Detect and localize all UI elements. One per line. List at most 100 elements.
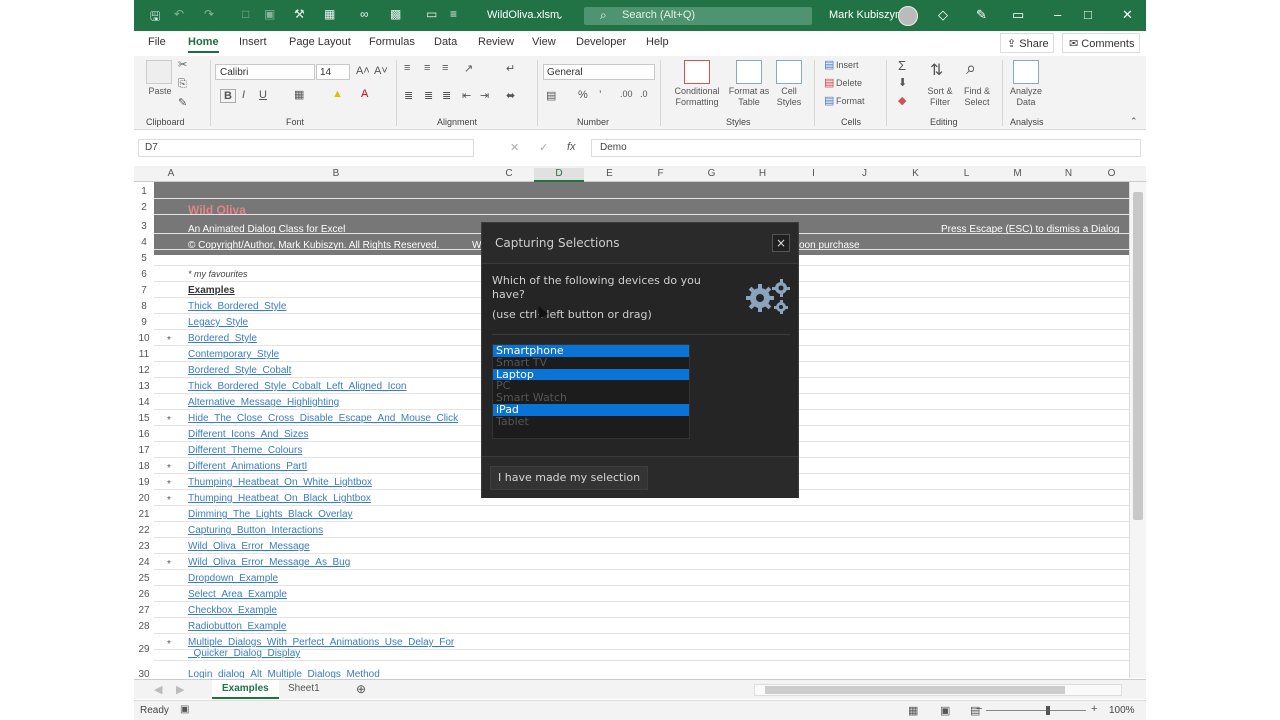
horizontal-scrollbar[interactable] [754, 684, 1122, 696]
comma-icon[interactable]: ’ [599, 89, 601, 101]
column-header[interactable]: M [992, 168, 1043, 179]
pen-icon[interactable]: ✎ [976, 7, 987, 23]
row-header[interactable]: 15 [134, 413, 154, 424]
row-header[interactable]: 19 [134, 477, 154, 488]
column-header[interactable]: I [788, 168, 839, 179]
row-header[interactable]: 16 [134, 429, 154, 440]
example-link[interactable]: Wild_Oliva_Error_Message_As_Bug [188, 557, 350, 568]
zoom-level[interactable]: 100% [1109, 705, 1135, 716]
listbox-item[interactable]: Smart Watch [493, 392, 689, 404]
row-header[interactable]: 1 [134, 186, 154, 197]
cut-icon[interactable]: ✂ [178, 58, 187, 71]
row-header[interactable]: 23 [134, 541, 154, 552]
example-link[interactable]: Bordered_Style_Cobalt [188, 365, 291, 376]
italic-icon[interactable]: I [242, 89, 245, 101]
tab-help[interactable]: Help [646, 36, 669, 48]
user-name[interactable]: Mark Kubiszyn [829, 9, 901, 21]
example-link[interactable]: Hide_The_Close_Cross_Disable_Escape_And_… [188, 413, 458, 424]
insert-function-icon[interactable]: fx [567, 141, 576, 153]
insert-cells-button[interactable]: Insert [836, 60, 859, 71]
font-color-icon[interactable]: A [361, 88, 368, 100]
row-header[interactable]: 27 [134, 605, 154, 616]
row-header[interactable]: 24 [134, 557, 154, 568]
column-header[interactable]: N [1043, 168, 1094, 179]
clear-icon[interactable]: ◆ [898, 94, 906, 107]
row-header[interactable]: 21 [134, 509, 154, 520]
example-link[interactable]: Different_Theme_Colours [188, 445, 302, 456]
align-middle-icon[interactable]: ≡ [424, 62, 430, 74]
example-link[interactable]: Different_Animations_PartI [188, 461, 307, 472]
cancel-icon[interactable]: ✕ [510, 141, 519, 154]
diamond-icon[interactable]: ◇ [938, 7, 948, 23]
scroll-thumb[interactable] [765, 686, 1065, 694]
row-header[interactable]: 29 [134, 644, 154, 655]
row-header[interactable]: 22 [134, 525, 154, 536]
row-header[interactable]: 12 [134, 365, 154, 376]
next-sheet-icon[interactable]: ▶ [176, 683, 184, 696]
image-icon[interactable]: ▩ [390, 7, 401, 21]
align-top-icon[interactable]: ≡ [404, 62, 410, 74]
add-sheet-icon[interactable]: ⊕ [356, 682, 366, 696]
example-link[interactable]: Radiobutton_Example [188, 621, 286, 632]
tab-insert[interactable]: Insert [239, 36, 267, 48]
format-as-table-button[interactable]: Format as Table [726, 86, 772, 108]
borders-icon[interactable]: ▦ [294, 88, 304, 101]
column-header[interactable]: E [584, 168, 635, 179]
font-name-select[interactable]: Calibri [215, 64, 315, 80]
share-button[interactable]: ⇪ Share [1000, 33, 1054, 53]
copy-icon[interactable]: ⎘ [178, 78, 187, 91]
row-header[interactable]: 3 [134, 221, 154, 232]
accounting-icon[interactable]: ▤ [546, 89, 556, 102]
prev-sheet-icon[interactable]: ◀ [154, 683, 162, 696]
example-link[interactable]: Capturing_Button_Interactions [188, 525, 323, 536]
sheet-tab-sheet1[interactable]: Sheet1 [278, 680, 330, 699]
align-right-icon[interactable]: ≣ [442, 89, 451, 102]
row-header[interactable]: 5 [134, 253, 154, 264]
row-header[interactable]: 20 [134, 493, 154, 504]
page-layout-view-icon[interactable]: ▣ [940, 704, 950, 717]
row-header[interactable]: 25 [134, 573, 154, 584]
file-name[interactable]: WildOliva.xlsm [487, 9, 559, 21]
format-cells-button[interactable]: Format [836, 96, 865, 107]
tab-formulas[interactable]: Formulas [369, 36, 415, 48]
format-painter-icon[interactable]: ✎ [178, 96, 187, 109]
name-box[interactable]: D7 [138, 139, 474, 157]
merge-center-icon[interactable]: ⬌ [506, 89, 515, 102]
example-link[interactable]: Thick_Bordered_Style_Cobalt_Left_Aligned… [188, 381, 406, 392]
accessibility-icon[interactable]: ▣ [180, 704, 189, 715]
customize-icon[interactable]: ⚒ [294, 7, 305, 21]
fill-color-icon[interactable]: ▲ [332, 88, 343, 100]
increase-indent-icon[interactable]: ⇥ [480, 89, 489, 102]
column-header[interactable]: J [839, 168, 890, 179]
example-link[interactable]: Bordered_Style [188, 333, 257, 344]
decrease-indent-icon[interactable]: ⇤ [462, 89, 471, 102]
example-link[interactable]: Dimming_The_Lights_Black_Overlay [188, 509, 353, 520]
column-header[interactable]: H [737, 168, 788, 179]
column-header[interactable]: O [1094, 168, 1129, 179]
tab-file[interactable]: File [148, 36, 166, 48]
example-link[interactable]: Thumping_Heatbeat_On_Black_Lightbox [188, 493, 371, 504]
tab-data[interactable]: Data [434, 36, 457, 48]
align-left-icon[interactable]: ≣ [404, 89, 413, 102]
cell-styles-button[interactable]: Cell Styles [772, 86, 806, 108]
number-format-select[interactable]: General [543, 64, 655, 80]
wrap-text-icon[interactable]: ↵ [506, 62, 515, 75]
example-link[interactable]: Legacy_Style [188, 317, 248, 328]
increase-decimal-icon[interactable]: .00 [620, 89, 633, 99]
orientation-icon[interactable]: ↗ [464, 62, 473, 75]
qat-more-icon[interactable]: ≡ [450, 7, 457, 21]
fill-icon[interactable]: ⬇ [898, 76, 907, 89]
vertical-scrollbar[interactable] [1129, 182, 1146, 678]
row-header[interactable]: 2 [134, 202, 154, 213]
row-header[interactable]: 4 [134, 237, 154, 248]
column-header[interactable]: C [484, 168, 534, 179]
analyze-data-button[interactable]: Analyze Data [1008, 86, 1044, 108]
column-header[interactable]: G [686, 168, 737, 179]
dialog-close-button[interactable]: × [772, 234, 790, 252]
tab-page-layout[interactable]: Page Layout [289, 36, 351, 48]
print-icon[interactable]: ▣ [264, 7, 275, 21]
find-select-button[interactable]: Find & Select [960, 86, 994, 108]
scroll-thumb[interactable] [1133, 192, 1143, 520]
listbox-item[interactable]: Laptop [493, 368, 689, 381]
column-header[interactable]: K [890, 168, 941, 179]
